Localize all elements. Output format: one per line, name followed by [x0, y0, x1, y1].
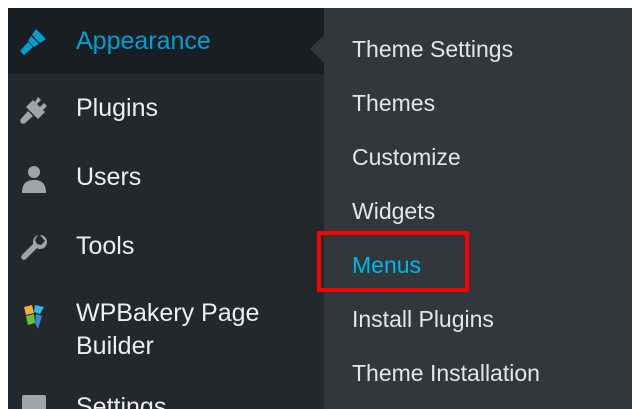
settings-icon [22, 395, 46, 409]
submenu-item-theme-installation[interactable]: Theme Installation [352, 360, 540, 387]
sidebar-item-wpbakery[interactable]: WPBakery Page Builder [8, 297, 324, 367]
submenu-pointer [310, 35, 324, 63]
plug-icon [20, 97, 47, 124]
user-icon [22, 166, 46, 193]
submenu-item-themes[interactable]: Themes [352, 90, 435, 117]
submenu-item-install-plugins[interactable]: Install Plugins [352, 306, 494, 333]
admin-menu-frame: Appearance Plugins Users Tools WPBakery … [8, 8, 632, 409]
sidebar-item-label: Appearance [76, 27, 211, 55]
admin-sidebar: Appearance Plugins Users Tools WPBakery … [8, 8, 324, 409]
wpbakery-icon [24, 305, 44, 329]
submenu-item-widgets[interactable]: Widgets [352, 198, 435, 225]
sidebar-item-label-line1: WPBakery Page [76, 299, 260, 327]
sidebar-item-label: Plugins [76, 94, 158, 122]
sidebar-item-label-line2: Builder [76, 332, 154, 360]
sidebar-item-label: Users [76, 163, 142, 191]
paintbrush-icon [20, 29, 46, 55]
sidebar-item-label: Settings [76, 393, 167, 409]
submenu-item-customize[interactable]: Customize [352, 144, 461, 171]
wrench-icon [21, 235, 47, 260]
menus-highlight-box [317, 231, 469, 292]
sidebar-item-label: Tools [76, 232, 135, 260]
sidebar-item-appearance[interactable]: Appearance [8, 8, 324, 74]
submenu-item-theme-settings[interactable]: Theme Settings [352, 36, 513, 63]
appearance-submenu: Theme Settings Themes Customize Widgets … [324, 8, 632, 409]
